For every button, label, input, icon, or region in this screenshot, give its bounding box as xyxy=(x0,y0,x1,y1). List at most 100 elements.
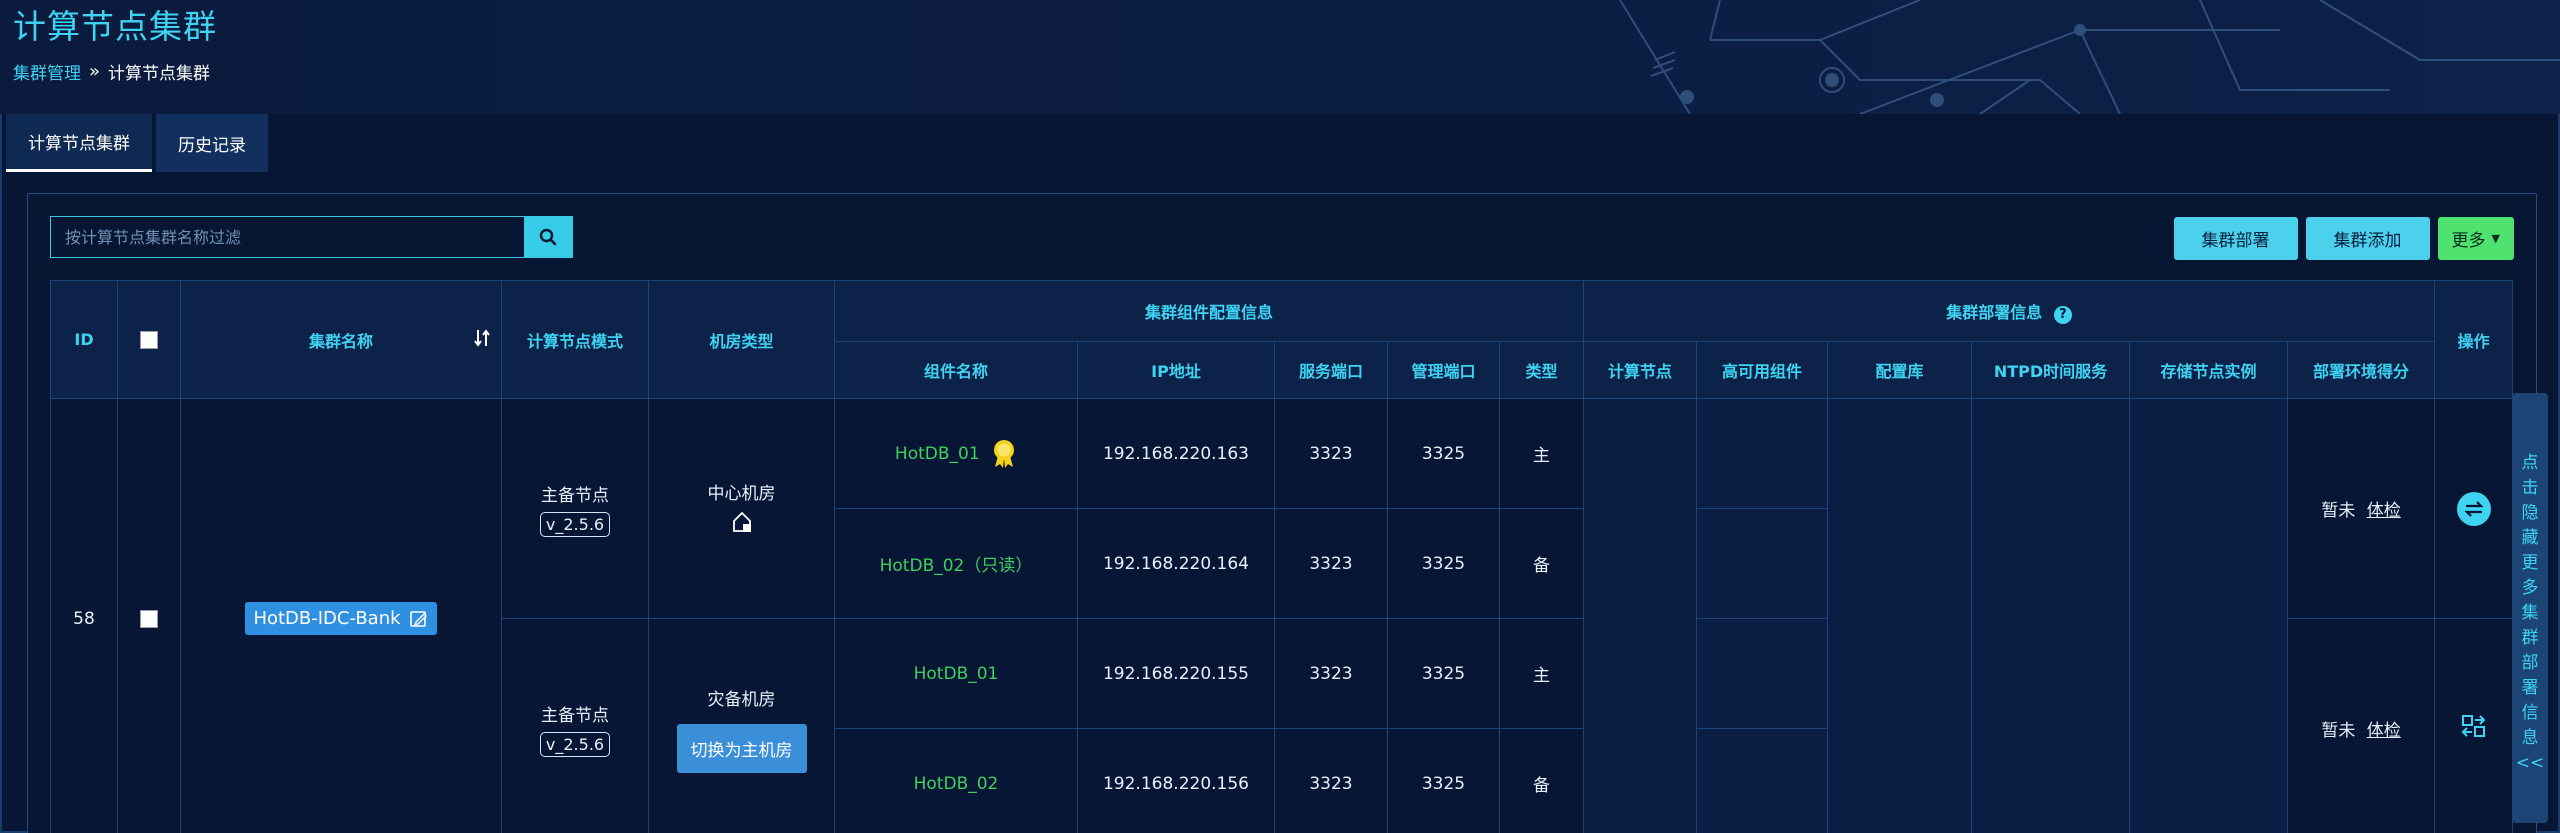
ha-component-cell xyxy=(1696,618,1829,729)
ip-cell: 192.168.220.155 xyxy=(1077,618,1275,729)
cluster-panel: 集群部署 集群添加 更多 ▼ ID 集群名称 xyxy=(27,193,2537,833)
type-cell: 备 xyxy=(1498,508,1585,619)
col-group-component: 集群组件配置信息 xyxy=(833,280,1585,342)
select-all-cell xyxy=(117,280,181,399)
ip-cell: 192.168.220.164 xyxy=(1077,508,1275,619)
page-header: 计算节点集群 集群管理 » 计算节点集群 xyxy=(0,0,2560,114)
version-badge: v_2.5.6 xyxy=(539,731,611,757)
col-compute-node: 计算节点 xyxy=(1583,341,1698,399)
ntpd-cell xyxy=(1971,398,2131,833)
ip-cell: 192.168.220.156 xyxy=(1077,728,1275,833)
deploy-score-cell: 暂未 体检 xyxy=(2287,618,2436,833)
breadcrumb: 集群管理 » 计算节点集群 xyxy=(13,59,210,84)
comp-name-cell: HotDB_01 xyxy=(834,398,1078,509)
ha-component-cell xyxy=(1696,728,1829,833)
room-type-cell: 灾备机房 切换为主机房 xyxy=(648,618,835,833)
mgmt-port-cell: 3325 xyxy=(1387,398,1500,509)
more-button[interactable]: 更多 ▼ xyxy=(2437,217,2514,260)
breadcrumb-current: 计算节点集群 xyxy=(108,64,211,84)
search-button[interactable] xyxy=(524,217,572,257)
room-type: 灾备机房 xyxy=(707,689,776,710)
side-tab-glyph: 点 xyxy=(2521,453,2539,473)
caret-down-icon: ▼ xyxy=(2491,232,2500,245)
col-comp-name: 组件名称 xyxy=(834,341,1078,399)
deploy-score-cell: 暂未 体检 xyxy=(2287,398,2436,619)
mgmt-port-cell: 3325 xyxy=(1387,728,1500,833)
home-room-icon xyxy=(732,511,751,532)
col-ha-component: 高可用组件 xyxy=(1696,341,1829,399)
service-port-cell: 3323 xyxy=(1274,728,1388,833)
grid-switch-icon[interactable] xyxy=(2460,712,2488,740)
component-name: HotDB_02 xyxy=(913,773,999,794)
comp-name-cell: HotDB_01 xyxy=(834,618,1078,729)
col-mgmt-port: 管理端口 xyxy=(1387,341,1500,399)
ha-component-cell xyxy=(1696,508,1829,619)
type-cell: 主 xyxy=(1498,618,1585,729)
tab-compute-cluster[interactable]: 计算节点集群 xyxy=(6,114,152,172)
side-tab-glyph: 击 xyxy=(2521,478,2539,498)
operation-cell xyxy=(2434,398,2514,619)
version-badge: v_2.5.6 xyxy=(539,511,611,537)
cluster-name-button[interactable]: HotDB-IDC-Bank xyxy=(245,602,437,635)
col-type: 类型 xyxy=(1498,341,1585,399)
col-cluster-name-label: 集群名称 xyxy=(308,331,373,351)
side-tab-glyph: 群 xyxy=(2521,628,2539,648)
service-port-cell: 3323 xyxy=(1274,618,1388,729)
tab-bar: 计算节点集群 历史记录 xyxy=(6,114,268,172)
col-service-port: 服务端口 xyxy=(1274,341,1388,399)
hide-deploy-info-tab[interactable]: 点击隐藏更多集群部署信息 << xyxy=(2512,393,2548,823)
select-all-checkbox[interactable] xyxy=(140,331,158,350)
type-cell: 备 xyxy=(1498,728,1585,833)
type-cell: 主 xyxy=(1498,398,1585,509)
side-tab-glyph: 署 xyxy=(2521,678,2539,698)
room-type: 中心机房 xyxy=(707,483,776,504)
search-input[interactable] xyxy=(51,217,524,257)
col-operation: 操作 xyxy=(2434,280,2514,399)
config-db-cell xyxy=(1827,398,1973,833)
switch-to-primary-room-button[interactable]: 切换为主机房 xyxy=(676,723,807,773)
col-node-mode: 计算节点模式 xyxy=(501,280,649,399)
component-name: HotDB_02（只读） xyxy=(879,556,1033,576)
page-title: 计算节点集群 xyxy=(13,7,217,46)
comp-name-cell: HotDB_02 xyxy=(834,728,1078,833)
side-tab-glyph: 集 xyxy=(2521,603,2539,623)
comp-name-cell: HotDB_02（只读） xyxy=(834,508,1078,619)
tab-history[interactable]: 历史记录 xyxy=(156,114,268,172)
col-id: ID xyxy=(50,280,118,399)
operation-cell xyxy=(2434,618,2514,833)
sort-icon[interactable] xyxy=(473,328,491,352)
help-icon[interactable]: ? xyxy=(2053,305,2072,324)
col-ip: IP地址 xyxy=(1077,341,1275,399)
ip-cell: 192.168.220.163 xyxy=(1077,398,1275,509)
service-port-cell: 3323 xyxy=(1274,508,1388,619)
node-mode-cell: 主备节点 v_2.5.6 xyxy=(501,398,649,619)
room-type-cell: 中心机房 xyxy=(648,398,835,619)
search-box xyxy=(50,216,573,258)
switch-operation-button[interactable] xyxy=(2456,491,2491,526)
col-group-deploy-label: 集群部署信息 xyxy=(1946,302,2043,322)
cluster-name-cell: HotDB-IDC-Bank xyxy=(180,398,502,833)
add-cluster-button[interactable]: 集群添加 xyxy=(2305,217,2430,260)
cluster-name: HotDB-IDC-Bank xyxy=(253,608,401,629)
health-check-link[interactable]: 体检 xyxy=(2367,721,2401,741)
toolbar: 集群部署 集群添加 更多 ▼ xyxy=(2173,217,2514,260)
breadcrumb-parent[interactable]: 集群管理 xyxy=(13,59,81,84)
deploy-cluster-button[interactable]: 集群部署 xyxy=(2173,217,2298,260)
col-cluster-name: 集群名称 xyxy=(180,280,502,399)
side-tab-glyph: 部 xyxy=(2521,653,2539,673)
col-deploy-score: 部署环境得分 xyxy=(2287,341,2436,399)
cluster-id: 58 xyxy=(50,398,118,833)
cluster-table: ID 集群名称 计算节点模式 机房类型 集群组件配置信息 集群部署信息 ? 操作 xyxy=(50,280,2514,833)
col-storage-instance: 存储节点实例 xyxy=(2129,341,2289,399)
component-name: HotDB_01 xyxy=(913,663,999,684)
circuit-decoration xyxy=(1619,0,2560,114)
row-checkbox[interactable] xyxy=(140,609,158,628)
node-mode: 主备节点 xyxy=(541,485,609,506)
col-room-type: 机房类型 xyxy=(648,280,835,399)
node-mode: 主备节点 xyxy=(541,705,609,726)
health-check-link[interactable]: 体检 xyxy=(2367,501,2401,521)
master-badge-icon xyxy=(994,439,1015,468)
side-tab-glyph: 隐 xyxy=(2521,503,2539,523)
side-tab-glyph: 更 xyxy=(2521,553,2539,573)
side-tab-glyph: 多 xyxy=(2521,578,2539,598)
